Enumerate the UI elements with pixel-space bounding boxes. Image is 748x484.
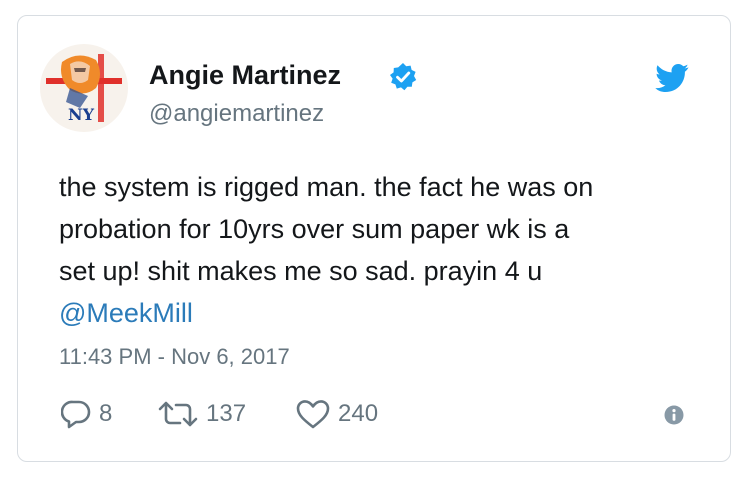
avatar-text: NY xyxy=(68,105,95,124)
heart-icon xyxy=(296,400,330,429)
like-button[interactable]: 240 xyxy=(296,397,378,431)
tweet-text-line: probation for 10yrs over sum paper wk is… xyxy=(59,214,570,244)
reply-count: 8 xyxy=(99,400,113,427)
retweet-count: 137 xyxy=(206,400,247,427)
reply-button[interactable]: 8 xyxy=(61,397,112,431)
info-icon[interactable] xyxy=(664,405,684,425)
mention-link[interactable]: @MeekMill xyxy=(59,292,709,334)
tweet-text-line: the system is rigged man. the fact he wa… xyxy=(59,172,594,202)
twitter-bird-icon[interactable] xyxy=(655,64,689,92)
tweet-text: the system is rigged man. the fact he wa… xyxy=(59,166,709,334)
tweet-text-line: set up! shit makes me so sad. prayin 4 u xyxy=(59,256,543,286)
profile-avatar: NY xyxy=(40,44,128,132)
tweet-timestamp[interactable]: 11:43 PM - Nov 6, 2017 xyxy=(59,344,290,370)
reply-icon xyxy=(61,400,91,429)
author-name[interactable]: Angie Martinez xyxy=(149,60,341,91)
author-handle[interactable]: @angiemartinez xyxy=(149,100,324,128)
retweet-icon xyxy=(158,401,198,427)
like-count: 240 xyxy=(338,400,379,427)
author-avatar[interactable]: NY xyxy=(40,44,128,132)
retweet-button[interactable]: 137 xyxy=(158,397,246,431)
verified-badge-icon xyxy=(390,63,417,91)
